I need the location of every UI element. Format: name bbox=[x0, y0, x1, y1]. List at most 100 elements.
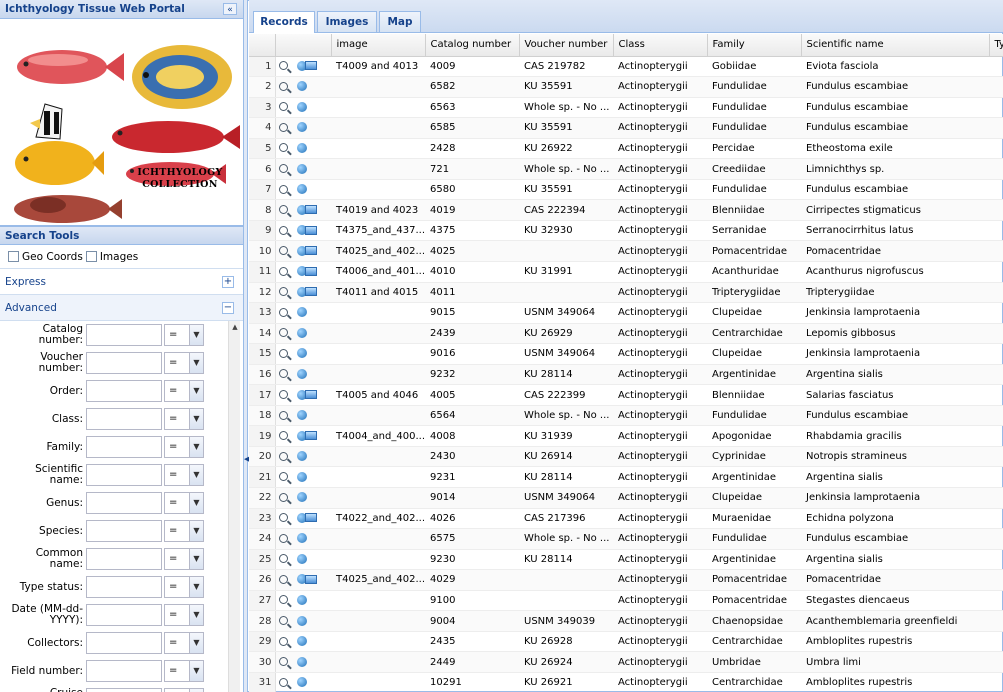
chevron-down-icon[interactable]: ▼ bbox=[189, 437, 203, 457]
search-field-input[interactable] bbox=[86, 324, 162, 346]
operator-select[interactable]: =▼ bbox=[164, 324, 204, 346]
magnifier-icon[interactable] bbox=[278, 143, 288, 153]
magnifier-icon[interactable] bbox=[278, 266, 288, 276]
search-field-input[interactable] bbox=[86, 352, 162, 374]
record-icon[interactable] bbox=[296, 553, 307, 564]
table-row[interactable]: 29 2435 KU 26928 Actinopterygii Centrarchida… bbox=[249, 631, 1003, 653]
table-row[interactable]: 22 9014 USNM 349064 Actinopterygii Clupeidae… bbox=[249, 487, 1003, 509]
magnifier-icon[interactable] bbox=[278, 81, 288, 91]
search-field-input[interactable] bbox=[86, 688, 162, 692]
image-icon[interactable] bbox=[304, 266, 317, 276]
image-icon[interactable] bbox=[304, 287, 317, 297]
magnifier-icon[interactable] bbox=[278, 184, 288, 194]
image-icon[interactable] bbox=[304, 225, 317, 235]
magnifier-icon[interactable] bbox=[278, 636, 288, 646]
operator-select[interactable]: =▼ bbox=[164, 492, 204, 514]
magnifier-icon[interactable] bbox=[278, 472, 288, 482]
magnifier-icon[interactable] bbox=[278, 431, 288, 441]
chevron-down-icon[interactable]: ▼ bbox=[189, 521, 203, 541]
chevron-down-icon[interactable]: ▼ bbox=[189, 661, 203, 681]
image-icon[interactable] bbox=[304, 61, 317, 71]
search-field-input[interactable] bbox=[86, 408, 162, 430]
table-row[interactable]: 6 721 Whole sp. - No ... Actinopterygii Cree… bbox=[249, 158, 1003, 180]
record-icon[interactable] bbox=[296, 410, 307, 421]
chevron-down-icon[interactable]: ▼ bbox=[189, 325, 203, 345]
header-scientific-name[interactable]: Scientific name bbox=[801, 34, 990, 57]
tab-map[interactable]: Map bbox=[379, 11, 421, 32]
operator-select[interactable]: =▼ bbox=[164, 380, 204, 402]
record-icon[interactable] bbox=[296, 677, 307, 688]
magnifier-icon[interactable] bbox=[278, 657, 288, 667]
magnifier-icon[interactable] bbox=[278, 390, 288, 400]
table-row[interactable]: 15 9016 USNM 349064 Actinopterygii Clupeidae… bbox=[249, 343, 1003, 365]
images-checkbox[interactable] bbox=[85, 251, 97, 262]
table-row[interactable]: 11 T4006_and_401... 4010 KU 31991 Actinopter… bbox=[249, 261, 1003, 283]
search-field-input[interactable] bbox=[86, 576, 162, 598]
search-field-input[interactable] bbox=[86, 604, 162, 626]
record-icon[interactable] bbox=[296, 184, 307, 195]
magnifier-icon[interactable] bbox=[278, 554, 288, 564]
table-row[interactable]: 14 2439 KU 26929 Actinopterygii Centrarchida… bbox=[249, 323, 1003, 345]
magnifier-icon[interactable] bbox=[278, 164, 288, 173]
magnifier-icon[interactable] bbox=[278, 574, 288, 584]
search-field-input[interactable] bbox=[86, 380, 162, 402]
record-icon[interactable] bbox=[296, 656, 307, 667]
search-field-input[interactable] bbox=[86, 436, 162, 458]
search-field-input[interactable] bbox=[86, 520, 162, 542]
table-row[interactable]: 27 9100 Actinopterygii Pomacentridae Stegast… bbox=[249, 590, 1003, 612]
magnifier-icon[interactable] bbox=[278, 307, 288, 317]
magnifier-icon[interactable] bbox=[278, 225, 288, 235]
operator-select[interactable]: =▼ bbox=[164, 632, 204, 654]
tab-images[interactable]: Images bbox=[317, 11, 377, 32]
chevron-down-icon[interactable]: ▼ bbox=[189, 381, 203, 401]
record-icon[interactable] bbox=[296, 636, 307, 647]
operator-select[interactable]: =▼ bbox=[164, 688, 204, 692]
table-row[interactable]: 7 6580 KU 35591 Actinopterygii Fundulidae Fun… bbox=[249, 179, 1003, 201]
magnifier-icon[interactable] bbox=[278, 533, 288, 543]
table-row[interactable]: 16 9232 KU 28114 Actinopterygii Argentinidae… bbox=[249, 364, 1003, 386]
table-row[interactable]: 31 10291 KU 26921 Actinopterygii Centrarchid… bbox=[249, 672, 1003, 692]
record-icon[interactable] bbox=[296, 163, 307, 174]
record-icon[interactable] bbox=[296, 594, 307, 605]
operator-select[interactable]: =▼ bbox=[164, 520, 204, 542]
magnifier-icon[interactable] bbox=[278, 61, 288, 71]
magnifier-icon[interactable] bbox=[278, 595, 288, 605]
search-field-input[interactable] bbox=[86, 464, 162, 486]
table-row[interactable]: 23 T4022_and_402... 4026 CAS 217396 Actinopt… bbox=[249, 508, 1003, 530]
record-icon[interactable] bbox=[296, 615, 307, 626]
image-icon[interactable] bbox=[304, 390, 317, 400]
record-icon[interactable] bbox=[296, 327, 307, 338]
record-icon[interactable] bbox=[296, 81, 307, 92]
operator-select[interactable]: =▼ bbox=[164, 576, 204, 598]
advanced-section[interactable]: Advanced − bbox=[0, 295, 243, 321]
operator-select[interactable]: =▼ bbox=[164, 352, 204, 374]
record-icon[interactable] bbox=[296, 307, 307, 318]
record-icon[interactable] bbox=[296, 533, 307, 544]
magnifier-icon[interactable] bbox=[278, 451, 288, 461]
search-tools-header[interactable]: Search Tools bbox=[0, 226, 243, 245]
table-row[interactable]: 10 T4025_and_402... 4025 Actinopterygii Poma… bbox=[249, 240, 1003, 262]
table-row[interactable]: 20 2430 KU 26914 Actinopterygii Cyprinidae No… bbox=[249, 446, 1003, 468]
table-row[interactable]: 21 9231 KU 28114 Actinopterygii Argentinidae… bbox=[249, 466, 1003, 488]
magnifier-icon[interactable] bbox=[278, 348, 288, 358]
operator-select[interactable]: =▼ bbox=[164, 464, 204, 486]
image-icon[interactable] bbox=[304, 513, 317, 523]
record-icon[interactable] bbox=[296, 492, 307, 503]
magnifier-icon[interactable] bbox=[278, 328, 288, 338]
table-row[interactable]: 9 T4375_and_437... 4375 KU 32930 Actinoptery… bbox=[249, 220, 1003, 242]
geo-coords-checkbox[interactable] bbox=[8, 251, 19, 262]
table-row[interactable]: 2 6582 KU 35591 Actinopterygii Fundulidae Fun… bbox=[249, 76, 1003, 98]
table-row[interactable]: 13 9015 USNM 349064 Actinopterygii Clupeidae… bbox=[249, 302, 1003, 324]
table-row[interactable]: 19 T4004_and_400... 4008 KU 31939 Actinopter… bbox=[249, 425, 1003, 447]
record-icon[interactable] bbox=[296, 451, 307, 462]
magnifier-icon[interactable] bbox=[278, 513, 288, 523]
magnifier-icon[interactable] bbox=[278, 246, 288, 256]
record-icon[interactable] bbox=[296, 142, 307, 153]
image-icon[interactable] bbox=[304, 205, 317, 215]
record-icon[interactable] bbox=[296, 122, 307, 133]
chevron-down-icon[interactable]: ▼ bbox=[189, 353, 203, 373]
magnifier-icon[interactable] bbox=[278, 102, 288, 112]
header-class[interactable]: Class bbox=[613, 34, 708, 57]
chevron-down-icon[interactable]: ▼ bbox=[189, 577, 203, 597]
table-row[interactable]: 28 9004 USNM 349039 Actinopterygii Chaenopsi… bbox=[249, 610, 1003, 632]
